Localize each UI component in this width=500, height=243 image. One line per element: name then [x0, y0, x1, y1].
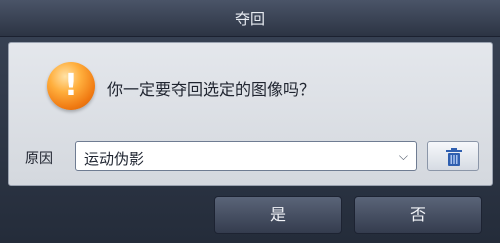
reason-label: 原因 — [25, 151, 53, 167]
delete-reason-button[interactable] — [427, 141, 479, 171]
trash-icon — [446, 148, 462, 166]
dialog-body: ! 你一定要夺回选定的图像吗？ 原因 运动伪影 ⌵ — [8, 42, 493, 186]
chevron-down-icon[interactable]: ⌵ — [399, 149, 408, 164]
reason-selected-value: 运动伪影 — [84, 150, 145, 168]
yes-button[interactable]: 是 — [214, 196, 342, 234]
dialog-title: 夺回 — [234, 10, 265, 28]
dialog-window: 夺回 ! 你一定要夺回选定的图像吗？ 原因 运动伪影 ⌵ 是 否 — [0, 0, 500, 243]
warning-icon: ! — [47, 62, 95, 110]
confirm-message: 你一定要夺回选定的图像吗？ — [107, 80, 316, 99]
title-bar[interactable]: 夺回 — [0, 0, 500, 37]
exclamation-mark: ! — [64, 68, 78, 103]
no-button[interactable]: 否 — [354, 196, 482, 234]
reason-dropdown[interactable]: 运动伪影 ⌵ — [75, 141, 417, 171]
